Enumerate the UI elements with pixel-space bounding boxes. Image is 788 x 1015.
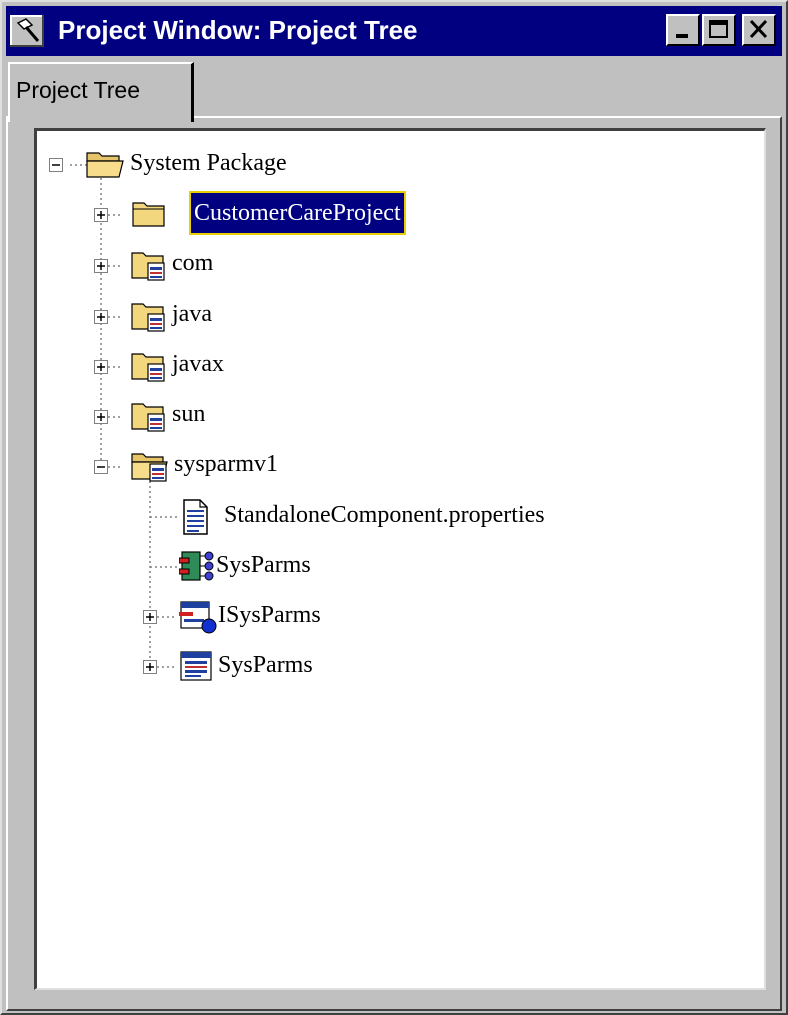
expand-toggle[interactable]: [94, 259, 108, 273]
hammer-icon[interactable]: [10, 15, 44, 47]
maximize-icon: [709, 20, 728, 38]
tree-node-label: SysParms: [216, 552, 311, 578]
expand-toggle[interactable]: [94, 208, 108, 222]
package-folder-icon: [131, 403, 165, 432]
tree-node-label: java: [172, 301, 212, 327]
minimize-icon: [676, 34, 688, 38]
expand-toggle[interactable]: [94, 410, 108, 424]
tree-node-label: com: [172, 250, 214, 276]
tree-node-label: ISysParms: [218, 602, 321, 628]
minimize-button[interactable]: [666, 14, 700, 46]
expand-toggle[interactable]: [143, 610, 157, 624]
tree-node-label: sun: [172, 401, 206, 427]
project-tree[interactable]: System Package CustomerCareProject com j…: [34, 128, 766, 990]
window-title: Project Window: Project Tree: [58, 15, 418, 45]
expand-toggle[interactable]: [94, 310, 108, 324]
collapse-toggle[interactable]: [94, 460, 108, 474]
tree-node-label: StandaloneComponent.properties: [224, 502, 545, 528]
package-folder-open-icon: [131, 453, 168, 482]
folder-open-icon: [86, 152, 124, 178]
class-icon: [180, 651, 212, 681]
tree-node-label: CustomerCareProject: [189, 191, 406, 235]
package-folder-icon: [131, 303, 165, 332]
tab-project-tree[interactable]: Project Tree: [8, 62, 194, 122]
expand-toggle[interactable]: [94, 360, 108, 374]
package-folder-icon: [131, 353, 165, 382]
tab-label: Project Tree: [16, 77, 140, 103]
project-window: Project Window: Project Tree Project Tre…: [0, 0, 788, 1015]
tree-node-label: System Package: [130, 150, 287, 176]
collapse-toggle[interactable]: [49, 158, 63, 172]
tab-panel: System Package CustomerCareProject com j…: [6, 116, 782, 1011]
folder-icon: [132, 202, 165, 227]
close-button[interactable]: [742, 14, 776, 46]
expand-toggle[interactable]: [143, 660, 157, 674]
properties-file-icon: [183, 499, 208, 535]
interface-icon: [179, 601, 217, 634]
package-folder-icon: [131, 252, 165, 281]
maximize-button[interactable]: [702, 14, 736, 46]
title-bar[interactable]: Project Window: Project Tree: [6, 6, 782, 56]
tree-node-label: SysParms: [218, 652, 313, 678]
tab-strip: Project Tree: [6, 58, 782, 122]
close-icon: [749, 19, 768, 39]
tree-node-label: javax: [172, 351, 224, 377]
tree-node-label: sysparmv1: [174, 451, 278, 477]
